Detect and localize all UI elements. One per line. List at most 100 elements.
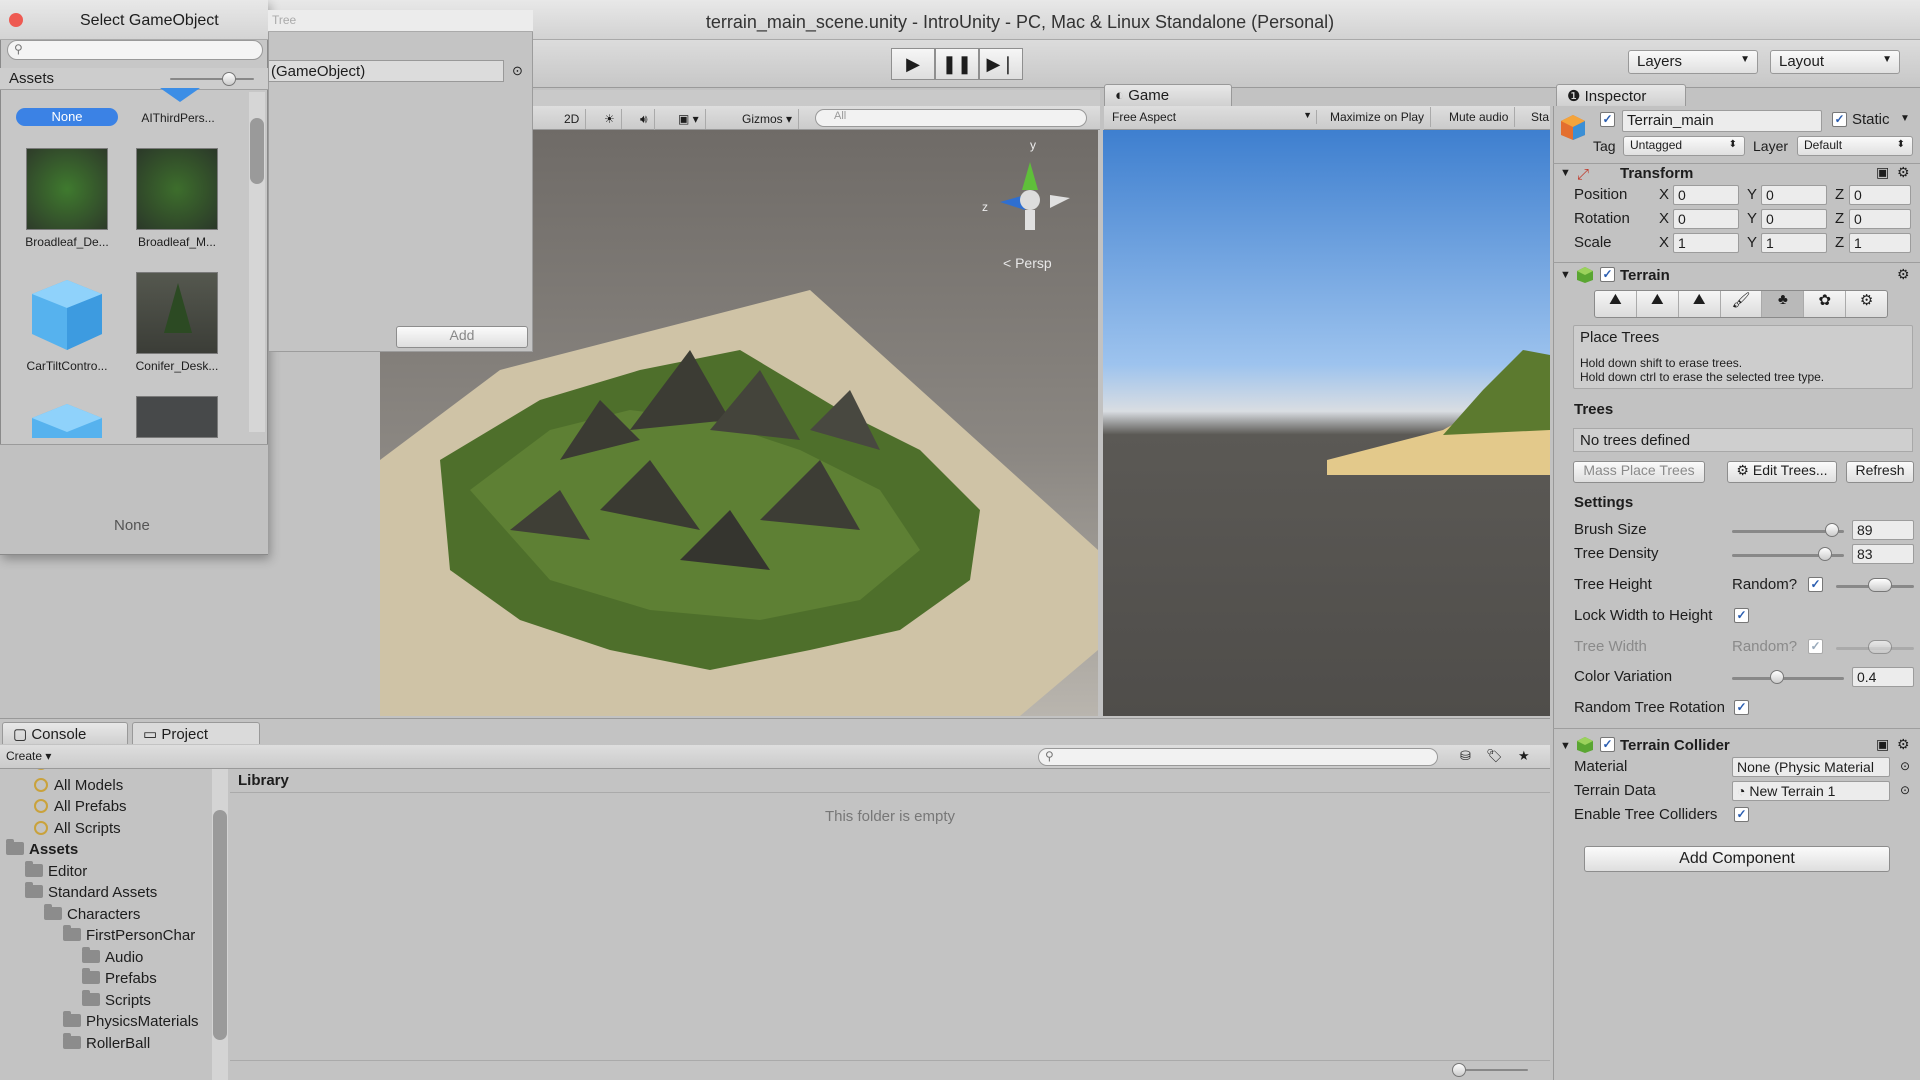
color-variation-slider[interactable] [1732,677,1844,680]
scene-orientation-gizmo[interactable] [980,140,1070,240]
paint-texture-tool-button[interactable]: 🖌︎ [1721,291,1763,317]
mass-place-trees-button[interactable]: Mass Place Trees [1573,461,1705,483]
place-trees-tool-button[interactable]: ♣ [1762,291,1805,317]
tree-height-random-checkbox[interactable]: ✓ [1808,577,1823,592]
transform-position-x-input[interactable]: 0 [1673,185,1739,205]
tree-search-input[interactable]: Tree [268,10,533,32]
cartilt-thumbnail[interactable] [26,272,108,354]
brush-size-slider-knob[interactable] [1824,523,1839,537]
terrain-settings-tool-button[interactable]: ⚙ [1846,291,1887,317]
popup-scrollbar-thumb[interactable] [250,118,264,184]
active-checkbox[interactable]: ✓ [1600,112,1615,127]
tab-project[interactable]: ▭ Project [132,722,260,744]
enable-tree-colliders-checkbox[interactable]: ✓ [1734,807,1749,822]
scene-search-input[interactable]: All [815,109,1087,127]
effects-toggle[interactable]: ▣ ▾ [672,109,706,129]
thumbnail-size-slider-knob[interactable] [222,72,236,86]
object-picker-icon[interactable]: ⊙ [1900,759,1910,773]
layout-dropdown[interactable]: Layout ▼ [1770,50,1900,74]
transform-scale-y-input[interactable]: 1 [1761,233,1827,253]
tree-density-input[interactable]: 83 [1852,544,1914,564]
smooth-height-tool-button[interactable]: ⛰ [1679,291,1721,317]
color-variation-slider-knob[interactable] [1769,670,1784,684]
transform-rotation-z-input[interactable]: 0 [1849,209,1911,229]
tree-density-slider-knob[interactable] [1817,547,1832,561]
folder-tree-item[interactable]: Editor [25,860,87,880]
set-height-tool-button[interactable]: ⛰ [1637,291,1679,317]
refresh-button[interactable]: Refresh [1846,461,1914,483]
stats-toggle[interactable]: Sta [1525,107,1555,127]
game-view[interactable] [1103,130,1550,716]
static-dropdown-caret[interactable]: ▼ [1900,113,1910,124]
icon-size-slider-knob[interactable] [1452,1063,1466,1077]
random-rotation-checkbox[interactable]: ✓ [1734,700,1749,715]
folder-tree-item[interactable]: RollerBall [63,1032,150,1052]
folder-tree-item[interactable]: Prefabs [82,968,157,987]
aithirdperson-thumbnail[interactable] [160,88,200,102]
layers-dropdown[interactable]: Layers ▼ [1628,50,1758,74]
gear-icon[interactable]: ⚙ [1897,164,1910,181]
transform-scale-z-input[interactable]: 1 [1849,233,1911,253]
asset-none-selected[interactable]: None [16,108,118,126]
brush-size-input[interactable]: 89 [1852,520,1914,540]
edit-trees-button[interactable]: ⚙ Edit Trees... [1727,461,1837,483]
layer-dropdown[interactable]: Default ⬍ [1797,136,1913,156]
paint-details-tool-button[interactable]: ✿ [1804,291,1847,317]
popup-search-input[interactable]: ⚲ [7,40,263,60]
tree-width-random-checkbox[interactable]: ✓ [1808,639,1823,654]
cube-thumbnail-2[interactable] [26,396,108,438]
object-name-input[interactable]: Terrain_main [1622,110,1822,132]
help-icon[interactable]: ▣ [1876,164,1889,181]
object-picker-icon[interactable]: ⊙ [512,63,523,79]
gizmos-dropdown[interactable]: Gizmos ▾ [736,109,800,129]
favorite-star-icon[interactable]: ★ [1518,748,1530,764]
lock-width-checkbox[interactable]: ✓ [1734,608,1749,623]
saved-search-item[interactable]: All Scripts [34,820,121,837]
folder-tree-item[interactable]: Assets [6,839,78,858]
play-button[interactable]: ▶ [891,48,935,80]
pause-button[interactable]: ❚❚ [935,48,979,80]
icon-size-slider[interactable] [1456,1069,1528,1071]
tree-object-field[interactable]: (GameObject) [268,60,504,82]
tree-height-range-knob[interactable] [1868,578,1892,592]
thumbnail-size-slider[interactable] [170,78,254,80]
saved-search-item[interactable]: All Prefabs [34,798,127,815]
filter-by-label-icon[interactable]: 🏷︎ [1486,748,1503,764]
2d-toggle[interactable]: 2D [558,109,587,129]
project-search-input[interactable]: ⚲ [1038,748,1438,766]
broadleaf-mobile-thumbnail[interactable] [136,148,218,230]
help-icon[interactable]: ▣ [1876,736,1889,753]
folder-tree-item[interactable]: Standard Assets [25,882,157,901]
foldout-arrow-icon[interactable]: ▼ [1560,269,1571,281]
folder-tree-item[interactable]: PhysicsMaterials [63,1011,199,1030]
popup-close-button[interactable] [9,13,23,27]
filter-by-type-icon[interactable]: ⛁ [1460,748,1471,764]
folder-tree-item[interactable]: FirstPersonChar [63,925,195,944]
gear-icon[interactable]: ⚙ [1897,266,1910,283]
add-tree-button[interactable]: Add [396,326,528,348]
mute-audio-toggle[interactable]: Mute audio [1443,107,1516,127]
step-button[interactable]: ▶❘ [979,48,1023,80]
raise-lower-tool-button[interactable]: ⛰ [1595,291,1637,317]
aspect-dropdown[interactable]: Free Aspect ▼ [1112,110,1317,124]
tree-width-range-knob[interactable] [1868,640,1892,654]
folder-tree-item[interactable]: Audio [82,946,143,966]
object-picker-icon[interactable]: ⊙ [1900,783,1910,797]
transform-position-y-input[interactable]: 0 [1761,185,1827,205]
character-thumbnail[interactable] [136,396,218,438]
saved-search-item[interactable]: All Models [34,777,123,794]
transform-position-z-input[interactable]: 0 [1849,185,1911,205]
tab-assets[interactable]: Assets [9,70,54,87]
folder-tree-item[interactable]: Characters [44,903,140,923]
terrain-data-object-field[interactable]: ◔ New Terrain 1 [1732,781,1890,801]
material-object-field[interactable]: None (Physic Material [1732,757,1890,777]
lighting-toggle[interactable]: ☀ [598,109,622,129]
projection-toggle[interactable]: < Persp [1003,255,1052,271]
tag-dropdown[interactable]: Untagged ⬍ [1623,136,1745,156]
foldout-arrow-icon[interactable]: ▼ [1560,740,1571,752]
maximize-on-play-toggle[interactable]: Maximize on Play [1324,107,1432,127]
transform-rotation-y-input[interactable]: 0 [1761,209,1827,229]
folder-tree-scrollbar-thumb[interactable] [213,810,227,1040]
static-checkbox[interactable]: ✓ [1832,112,1847,127]
add-component-button[interactable]: Add Component [1584,846,1890,872]
